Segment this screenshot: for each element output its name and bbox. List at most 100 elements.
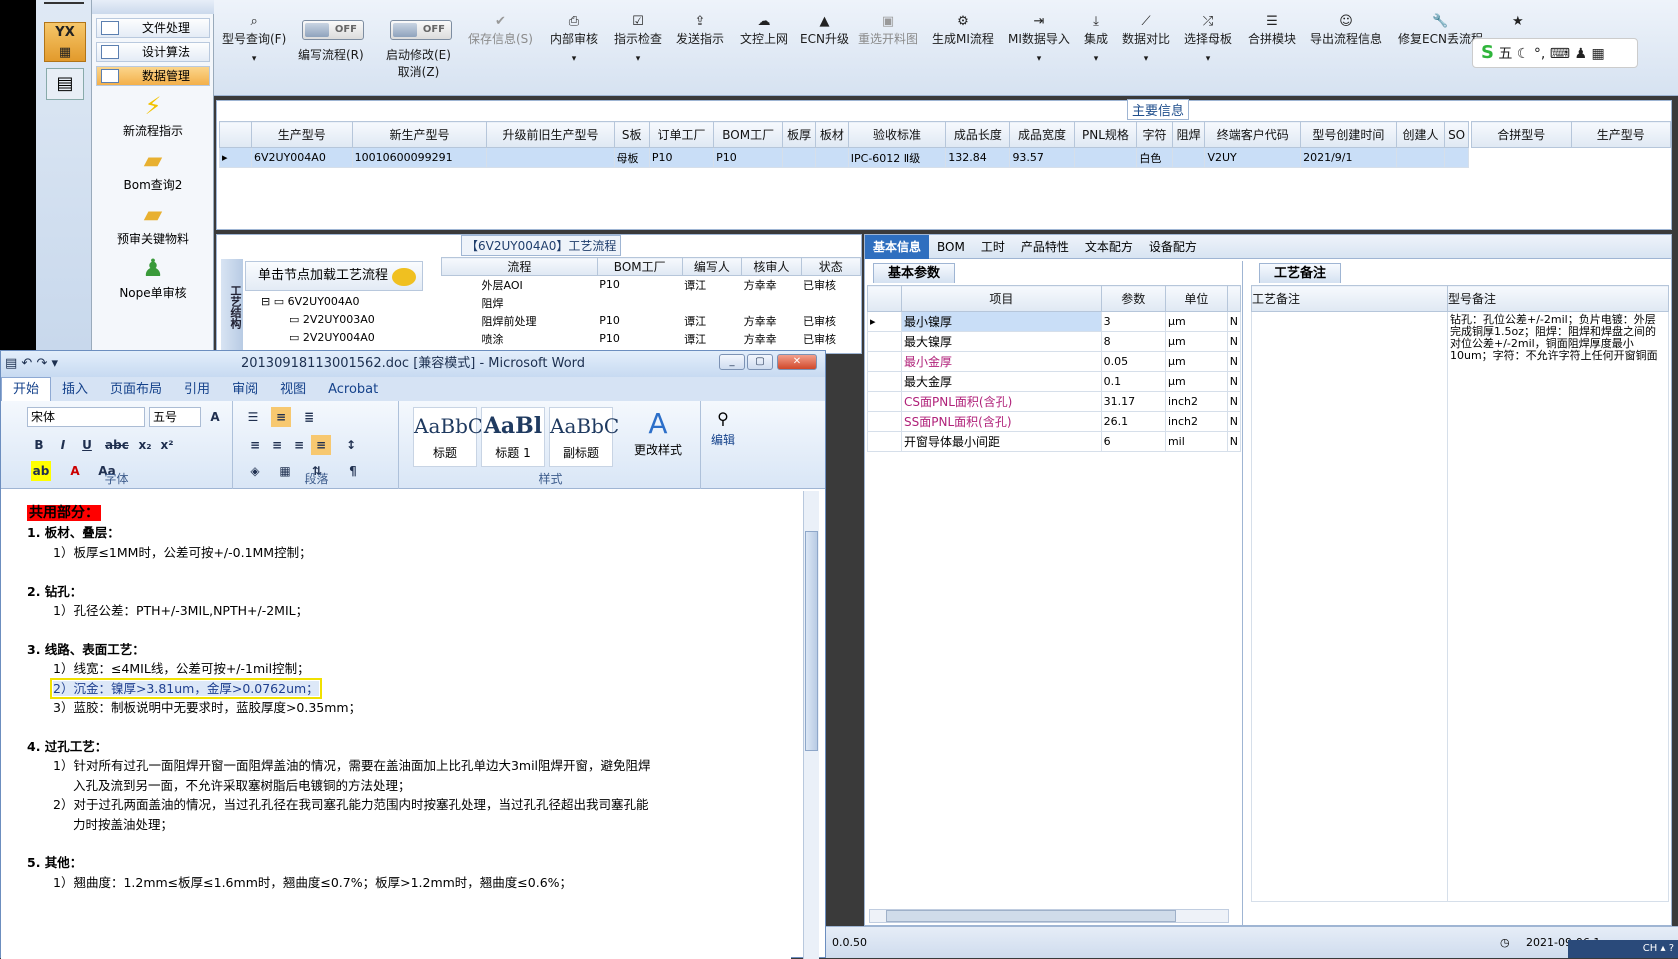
align-center-icon[interactable]: ≡ xyxy=(267,435,287,455)
param-value[interactable]: 6 xyxy=(1100,431,1166,452)
multilevel-list-icon[interactable]: ≣ xyxy=(299,407,319,427)
param-value[interactable]: 0.05 xyxy=(1100,351,1166,372)
select-master-board-button[interactable]: ⤮ 选择母板 ▾ xyxy=(1184,14,1232,65)
column-header[interactable]: 型号创建时间 xyxy=(1300,121,1397,148)
column-header[interactable]: 字符 xyxy=(1136,121,1173,148)
merge-module-button[interactable]: ☰ 合拼模块 xyxy=(1248,14,1296,47)
table-row[interactable]: 外层AOI P10 谭江 方幸幸 已审核 xyxy=(442,276,861,294)
mi-data-import-button[interactable]: ⇥ MI数据导入 ▾ xyxy=(1008,14,1070,65)
taskbar-lang[interactable]: CH ▴ ? xyxy=(1568,940,1678,958)
column-header[interactable]: 成品长度 xyxy=(945,121,1011,148)
nav-big-prereview[interactable]: ▰ 预审关键物料 xyxy=(92,200,214,247)
nav-item-file-processing[interactable]: 文件处理 xyxy=(96,18,210,38)
table-cell[interactable]: 2021/9/1 xyxy=(1300,147,1397,168)
internal-review-button[interactable]: ⎙ 内部审核 ▾ xyxy=(550,14,598,65)
align-right-icon[interactable]: ≡ xyxy=(289,435,309,455)
font-size-select[interactable]: 五号 xyxy=(149,407,201,427)
column-header[interactable]: 升级前旧生产型号 xyxy=(486,121,615,148)
bullets-icon[interactable]: ☰ xyxy=(243,407,263,427)
table-cell[interactable]: 10010600099291 xyxy=(351,147,488,168)
table-cell[interactable] xyxy=(1444,147,1469,168)
column-header[interactable]: 创建人 xyxy=(1395,121,1446,148)
table-cell[interactable] xyxy=(815,147,849,168)
column-header[interactable]: 流程 xyxy=(441,257,598,276)
tab-5[interactable]: 设备配方 xyxy=(1141,235,1205,259)
column-header[interactable]: PNL规格 xyxy=(1073,121,1138,148)
table-row[interactable]: ▸ 最小镍厚 3 μm N xyxy=(867,311,1242,332)
ime-tray[interactable]: S 五 ☾ °, ⌨ ♟ ▦ xyxy=(1472,38,1638,68)
craft-notes-tab[interactable]: 工艺备注 xyxy=(1259,263,1342,283)
table-row[interactable]: ▸ 6V2UY004A0 10010600099291 母板 P10 P10 IPC-601… xyxy=(219,147,1469,168)
font-select[interactable]: 宋体 xyxy=(27,407,145,427)
column-header[interactable]: 成品宽度 xyxy=(1009,121,1075,148)
underline-icon[interactable]: U xyxy=(77,435,97,455)
cancel-label[interactable]: 取消(Z) xyxy=(398,65,440,79)
write-flow-toggle[interactable]: OFF xyxy=(302,20,364,40)
basic-params-tab[interactable]: 基本参数 xyxy=(873,263,956,283)
column-header[interactable]: 板材 xyxy=(815,121,849,148)
ribbon-tab[interactable]: 审阅 xyxy=(221,378,269,402)
bold-icon[interactable]: B xyxy=(29,435,49,455)
ribbon-tab[interactable]: 插入 xyxy=(51,378,99,402)
tab-3[interactable]: 产品特性 xyxy=(1013,235,1077,259)
maximize-button[interactable]: ▢ xyxy=(747,354,773,370)
param-value[interactable]: 0.1 xyxy=(1100,371,1166,392)
menu-icon[interactable] xyxy=(44,2,84,6)
horizontal-scrollbar[interactable] xyxy=(869,909,1229,923)
table-row[interactable]: CS面PNL面积(含孔) 31.17 inch2 N xyxy=(867,391,1242,412)
document-body[interactable]: 共用部分： 1. 板材、叠层： 1）板厚≤1MM时，公差可按+/-0.1MM控制； … xyxy=(1,489,791,959)
param-value[interactable]: 31.17 xyxy=(1100,391,1166,412)
table-row[interactable]: 最小金厚 0.05 μm N xyxy=(867,351,1242,372)
table-cell[interactable] xyxy=(782,147,817,168)
tab-4[interactable]: 文本配方 xyxy=(1077,235,1141,259)
column-header[interactable]: 状态 xyxy=(800,257,862,276)
nav-big-nope-review[interactable]: ♟ Nope单审核 xyxy=(92,254,214,301)
ribbon-tab[interactable]: 视图 xyxy=(269,378,317,402)
ribbon-tab[interactable]: 开始 xyxy=(1,377,52,401)
italic-icon[interactable]: I xyxy=(53,435,73,455)
column-header[interactable]: 合拼型号 xyxy=(1471,121,1572,148)
doc-control-online-button[interactable]: ☁ 文控上网 xyxy=(740,14,788,47)
export-flow-info-button[interactable]: ☺ 导出流程信息 xyxy=(1310,14,1382,47)
start-modify-toggle[interactable]: OFF xyxy=(390,20,452,40)
table-row[interactable]: 阻焊 xyxy=(442,294,861,312)
column-header[interactable]: 订单工厂 xyxy=(648,121,715,148)
close-button[interactable]: ✕ xyxy=(777,354,817,370)
scrollbar-thumb[interactable] xyxy=(886,910,1176,922)
table-cell[interactable]: 母板 xyxy=(613,147,650,168)
nav-item-data-management[interactable]: 数据管理 xyxy=(96,66,210,86)
yx-app-icon[interactable]: YX ▦ xyxy=(44,22,86,62)
table-cell[interactable] xyxy=(1073,147,1138,168)
nav-big-new-flow[interactable]: ⚡ 新流程指示 xyxy=(92,92,214,139)
ecn-upgrade-button[interactable]: ▲ ECN升级 xyxy=(800,14,849,47)
tab-1[interactable]: BOM xyxy=(929,235,973,259)
tab-0[interactable]: 基本信息 xyxy=(865,235,930,259)
table-cell[interactable]: 6V2UY004A0 xyxy=(251,147,353,168)
strikethrough-icon[interactable]: abc xyxy=(105,435,129,455)
column-header[interactable]: 板厚 xyxy=(782,121,817,148)
change-styles-button[interactable]: A 更改样式 xyxy=(621,407,695,458)
column-header[interactable]: 阻焊 xyxy=(1171,121,1206,148)
align-left-icon[interactable]: ≡ xyxy=(245,435,265,455)
column-header[interactable]: 单位 xyxy=(1164,285,1228,312)
justify-icon[interactable]: ≡ xyxy=(311,435,331,455)
table-row[interactable]: 最大镍厚 8 μm N xyxy=(867,331,1242,352)
column-header[interactable]: 终端客户代码 xyxy=(1204,121,1302,148)
column-header[interactable]: 生产型号 xyxy=(251,121,353,148)
column-header[interactable]: 项目 xyxy=(901,285,1102,312)
scrollbar-thumb[interactable] xyxy=(805,531,818,751)
column-header[interactable]: 参数 xyxy=(1100,285,1166,312)
superscript-icon[interactable]: x² xyxy=(157,435,177,455)
fix-ecn-flow-button[interactable]: 🔧 修复ECN丢流程 xyxy=(1398,14,1483,47)
process-structure-vertical-tab[interactable]: 工艺结构 xyxy=(221,259,243,355)
font-grow-icon[interactable]: A xyxy=(205,407,225,427)
ribbon-tab[interactable]: 引用 xyxy=(173,378,221,402)
nav-big-bom-query[interactable]: ▰ Bom查询2 xyxy=(92,146,214,193)
generate-mi-flow-button[interactable]: ⚙ 生成MI流程 xyxy=(932,14,994,47)
table-row[interactable]: SS面PNL面积(含孔) 26.1 inch2 N xyxy=(867,411,1242,432)
param-value[interactable]: 26.1 xyxy=(1100,411,1166,432)
calculator-icon[interactable]: ▤ xyxy=(46,68,84,100)
table-cell[interactable]: 132.84 xyxy=(945,147,1011,168)
minimize-button[interactable]: _ xyxy=(719,354,745,370)
reselect-cut-map-button[interactable]: ▣ 重选开料图 xyxy=(858,14,918,47)
